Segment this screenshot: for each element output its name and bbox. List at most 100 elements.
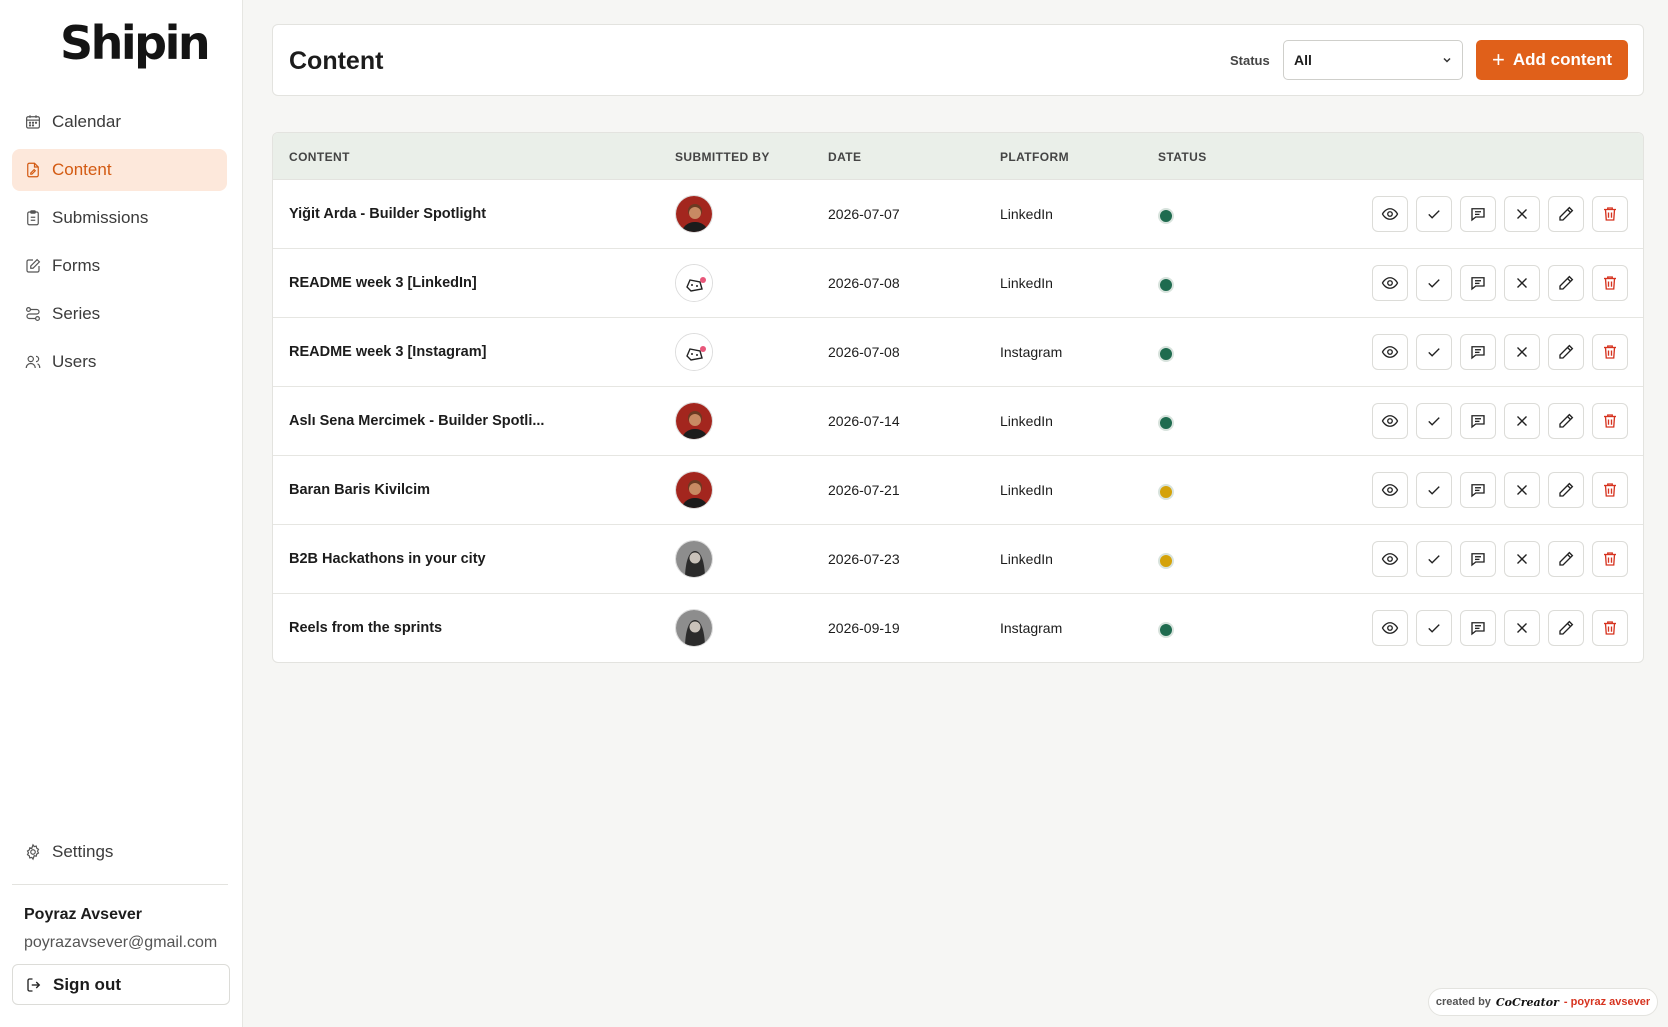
content-date: 2026-07-21	[828, 482, 900, 498]
status-filter-select[interactable]: All	[1283, 40, 1463, 80]
table-row[interactable]: Baran Baris Kivilcim 2026-07-21 LinkedIn	[273, 456, 1643, 525]
edit-button[interactable]	[1548, 403, 1584, 439]
delete-button[interactable]	[1592, 541, 1628, 577]
comment-button[interactable]	[1460, 541, 1496, 577]
view-button[interactable]	[1372, 334, 1408, 370]
sidebar-item-submissions[interactable]: Submissions	[12, 197, 227, 239]
table-row[interactable]: B2B Hackathons in your city 2026-07-23 Lin…	[273, 525, 1643, 594]
approve-button[interactable]	[1416, 541, 1452, 577]
content-date: 2026-07-08	[828, 275, 900, 291]
sidebar-item-content[interactable]: Content	[12, 149, 227, 191]
reject-button[interactable]	[1504, 472, 1540, 508]
view-button[interactable]	[1372, 610, 1408, 646]
view-button[interactable]	[1372, 403, 1408, 439]
view-button[interactable]	[1372, 541, 1408, 577]
content-date: 2026-07-08	[828, 344, 900, 360]
sign-out-button[interactable]: Sign out	[12, 964, 230, 1005]
column-header-date[interactable]: DATE	[828, 150, 861, 164]
view-button[interactable]	[1372, 196, 1408, 232]
view-button[interactable]	[1372, 472, 1408, 508]
approve-button[interactable]	[1416, 265, 1452, 301]
table-row[interactable]: README week 3 [LinkedIn] 2026-07-08 Linked…	[273, 249, 1643, 318]
column-header-platform[interactable]: PLATFORM	[1000, 150, 1069, 164]
approve-button[interactable]	[1416, 610, 1452, 646]
delete-button[interactable]	[1592, 472, 1628, 508]
approve-button[interactable]	[1416, 196, 1452, 232]
sidebar-item-forms[interactable]: Forms	[12, 245, 227, 287]
table-row[interactable]: Aslı Sena Mercimek - Builder Spotli... 20…	[273, 387, 1643, 456]
table-row[interactable]: Yiğit Arda - Builder Spotlight 2026-07-07…	[273, 180, 1643, 249]
table-row[interactable]: Reels from the sprints 2026-09-19 Instagra…	[273, 594, 1643, 662]
approve-button[interactable]	[1416, 334, 1452, 370]
column-header-submitted-by[interactable]: SUBMITTED BY	[675, 150, 770, 164]
column-header-content[interactable]: CONTENT	[289, 150, 350, 164]
reject-button[interactable]	[1504, 196, 1540, 232]
delete-button[interactable]	[1592, 334, 1628, 370]
sidebar-item-calendar[interactable]: Calendar	[12, 101, 227, 143]
comment-button[interactable]	[1460, 472, 1496, 508]
app-logo[interactable]: Shipin	[60, 16, 211, 70]
content-date: 2026-07-07	[828, 206, 900, 222]
delete-button[interactable]	[1592, 265, 1628, 301]
edit-button[interactable]	[1548, 334, 1584, 370]
content-title[interactable]: Reels from the sprints	[289, 620, 442, 636]
reject-button[interactable]	[1504, 610, 1540, 646]
comment-button[interactable]	[1460, 610, 1496, 646]
content-title[interactable]: B2B Hackathons in your city	[289, 551, 486, 567]
reject-icon	[1513, 343, 1531, 361]
edit-button[interactable]	[1548, 196, 1584, 232]
sidebar-nav: Calendar Content Submissions Forms Serie…	[12, 101, 227, 389]
avatar	[675, 402, 713, 440]
file-edit-icon	[24, 161, 42, 179]
comment-button[interactable]	[1460, 265, 1496, 301]
reject-button[interactable]	[1504, 265, 1540, 301]
comment-icon	[1469, 619, 1487, 637]
delete-icon	[1601, 343, 1619, 361]
credit-badge[interactable]: created by CoCreator - poyraz avsever	[1428, 988, 1658, 1016]
approve-icon	[1425, 343, 1443, 361]
approve-button[interactable]	[1416, 403, 1452, 439]
content-platform: LinkedIn	[1000, 551, 1053, 567]
reject-button[interactable]	[1504, 334, 1540, 370]
view-button[interactable]	[1372, 265, 1408, 301]
edit-button[interactable]	[1548, 472, 1584, 508]
page-title: Content	[289, 47, 384, 75]
content-title[interactable]: Aslı Sena Mercimek - Builder Spotli...	[289, 413, 544, 429]
delete-button[interactable]	[1592, 610, 1628, 646]
table-row[interactable]: README week 3 [Instagram] 2026-07-08 Insta…	[273, 318, 1643, 387]
content-title[interactable]: Yiğit Arda - Builder Spotlight	[289, 206, 486, 222]
row-actions	[1372, 541, 1636, 577]
view-icon	[1381, 481, 1399, 499]
approve-button[interactable]	[1416, 472, 1452, 508]
approve-icon	[1425, 274, 1443, 292]
view-icon	[1381, 205, 1399, 223]
content-platform: LinkedIn	[1000, 482, 1053, 498]
delete-button[interactable]	[1592, 196, 1628, 232]
reject-icon	[1513, 412, 1531, 430]
sidebar-item-series[interactable]: Series	[12, 293, 227, 335]
delete-button[interactable]	[1592, 403, 1628, 439]
column-header-status[interactable]: STATUS	[1158, 150, 1207, 164]
content-title[interactable]: Baran Baris Kivilcim	[289, 482, 430, 498]
add-content-button[interactable]: + Add content	[1476, 40, 1628, 80]
edit-icon	[1557, 550, 1575, 568]
content-title[interactable]: README week 3 [LinkedIn]	[289, 275, 477, 291]
comment-button[interactable]	[1460, 334, 1496, 370]
content-platform: Instagram	[1000, 620, 1063, 636]
sign-out-icon	[25, 976, 43, 994]
edit-button[interactable]	[1548, 610, 1584, 646]
sidebar-item-settings[interactable]: Settings	[12, 831, 227, 873]
reject-button[interactable]	[1504, 403, 1540, 439]
content-title[interactable]: README week 3 [Instagram]	[289, 344, 486, 360]
edit-button[interactable]	[1548, 541, 1584, 577]
comment-icon	[1469, 205, 1487, 223]
comment-button[interactable]	[1460, 403, 1496, 439]
sidebar-item-label: Content	[52, 160, 112, 179]
view-icon	[1381, 343, 1399, 361]
edit-button[interactable]	[1548, 265, 1584, 301]
approve-icon	[1425, 550, 1443, 568]
reject-button[interactable]	[1504, 541, 1540, 577]
sidebar-item-users[interactable]: Users	[12, 341, 227, 383]
comment-button[interactable]	[1460, 196, 1496, 232]
sidebar-item-label: Forms	[52, 256, 101, 275]
